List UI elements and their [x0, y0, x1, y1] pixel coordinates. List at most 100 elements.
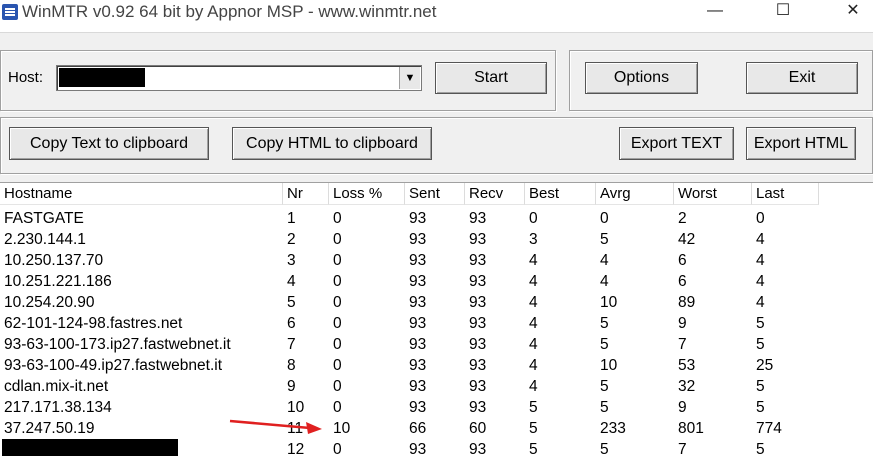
cell-avrg: 4 — [600, 252, 609, 269]
maximize-button[interactable]: ☐ — [760, 0, 806, 30]
cell-worst: 6 — [678, 252, 687, 269]
table-row[interactable]: 62-101-124-98.fastres.net 6 0 93 93 4 5 9 5 — [0, 313, 873, 334]
cell-worst: 801 — [678, 420, 704, 437]
cell-loss: 0 — [333, 210, 342, 227]
cell-sent: 93 — [409, 357, 427, 374]
cell-nr: 2 — [287, 231, 296, 248]
cell-recv: 93 — [469, 315, 487, 332]
cell-avrg: 5 — [600, 399, 609, 416]
cell-nr: 3 — [287, 252, 296, 269]
cell-avrg: 5 — [600, 315, 609, 332]
column-header-worst[interactable]: Worst — [674, 183, 752, 205]
cell-loss: 0 — [333, 399, 342, 416]
cell-nr: 4 — [287, 273, 296, 290]
column-header-best[interactable]: Best — [525, 183, 596, 205]
cell-sent: 93 — [409, 336, 427, 353]
cell-avrg: 5 — [600, 441, 609, 458]
list-body: FASTGATE 1 0 93 93 0 0 2 0 2.230.144.1 2 0 93 93 3 5 42 4… — [0, 208, 873, 475]
cell-avrg: 233 — [600, 420, 626, 437]
table-row[interactable]: cdlan.mix-it.net 9 0 93 93 4 5 32 5 — [0, 376, 873, 397]
cell-sent: 93 — [409, 441, 427, 458]
cell-nr: 6 — [287, 315, 296, 332]
table-row[interactable]: 93-63-100-173.ip27.fastwebnet.it 7 0 93 93 4 5… — [0, 334, 873, 355]
cell-loss: 0 — [333, 273, 342, 290]
exit-button-label: Exit — [788, 69, 816, 86]
cell-worst: 32 — [678, 378, 696, 395]
cell-loss: 0 — [333, 294, 342, 311]
cell-sent: 93 — [409, 252, 427, 269]
chevron-down-icon[interactable]: ▼ — [399, 67, 420, 89]
table-row[interactable]: 10.250.137.70 3 0 93 93 4 4 6 4 — [0, 250, 873, 271]
cell-hostname: cdlan.mix-it.net — [4, 378, 109, 395]
table-row[interactable]: 93-63-100-49.ip27.fastwebnet.it 8 0 93 93 4 10… — [0, 355, 873, 376]
cell-last: 4 — [756, 231, 765, 248]
copy-text-label: Copy Text to clipboard — [29, 134, 188, 152]
cell-recv: 93 — [469, 252, 487, 269]
cell-nr: 12 — [287, 441, 305, 458]
cell-last: 5 — [756, 315, 765, 332]
cell-sent: 66 — [409, 420, 427, 437]
cell-last: 4 — [756, 294, 765, 311]
cell-loss: 0 — [333, 378, 342, 395]
column-header-nr[interactable]: Nr — [283, 183, 329, 205]
host-input-redacted[interactable] — [59, 68, 145, 87]
copy-html-button[interactable]: Copy HTML to clipboard — [232, 127, 432, 160]
table-row[interactable]: 2.230.144.1 2 0 93 93 3 5 42 4 — [0, 229, 873, 250]
results-list[interactable]: Hostname Nr Loss % Sent Recv Best Avrg Worst Las… — [0, 182, 873, 474]
annotation-arrow-icon — [229, 419, 322, 434]
cell-avrg: 10 — [600, 357, 618, 374]
cell-nr: 8 — [287, 357, 296, 374]
cell-recv: 93 — [469, 441, 487, 458]
cell-sent: 93 — [409, 231, 427, 248]
cell-avrg: 5 — [600, 231, 609, 248]
host-combobox[interactable]: ▼ — [56, 65, 422, 91]
title-bar: WinMTR v0.92 64 bit by Appnor MSP - www.… — [0, 0, 873, 32]
cell-sent: 93 — [409, 294, 427, 311]
options-button[interactable]: Options — [585, 62, 698, 94]
close-button[interactable]: ✕ — [830, 0, 873, 30]
cell-last: 25 — [756, 357, 774, 374]
export-text-button[interactable]: Export TEXT — [619, 127, 734, 160]
cell-worst: 89 — [678, 294, 696, 311]
column-header-hostname[interactable]: Hostname — [0, 183, 283, 205]
cell-hostname: 93-63-100-49.ip27.fastwebnet.it — [4, 357, 223, 374]
cell-avrg: 0 — [600, 210, 609, 227]
cell-loss: 0 — [333, 231, 342, 248]
column-header-loss[interactable]: Loss % — [329, 183, 405, 205]
cell-recv: 93 — [469, 336, 487, 353]
cell-nr: 1 — [287, 210, 296, 227]
column-header-last[interactable]: Last — [752, 183, 819, 205]
cell-recv: 93 — [469, 294, 487, 311]
cell-best: 4 — [529, 294, 538, 311]
column-header-sent[interactable]: Sent — [405, 183, 465, 205]
cell-nr: 7 — [287, 336, 296, 353]
copy-html-label: Copy HTML to clipboard — [246, 134, 418, 152]
export-html-button[interactable]: Export HTML — [746, 127, 856, 160]
start-button-label: Start — [474, 69, 508, 86]
cell-last: 0 — [756, 210, 765, 227]
cell-avrg: 5 — [600, 336, 609, 353]
table-row[interactable]: 10.254.20.90 5 0 93 93 4 10 89 4 — [0, 292, 873, 313]
column-header-recv[interactable]: Recv — [465, 183, 525, 205]
cell-hostname: 62-101-124-98.fastres.net — [4, 315, 183, 332]
exit-button[interactable]: Exit — [746, 62, 858, 94]
table-row[interactable]: 10.251.221.186 4 0 93 93 4 4 6 4 — [0, 271, 873, 292]
cell-last: 5 — [756, 441, 765, 458]
table-row[interactable]: FASTGATE 1 0 93 93 0 0 2 0 — [0, 208, 873, 229]
cell-worst: 9 — [678, 315, 687, 332]
cell-last: 5 — [756, 399, 765, 416]
table-row[interactable]: 37.247.50.19 11 10 66 60 5 233 801 774 — [0, 418, 873, 439]
copy-text-button[interactable]: Copy Text to clipboard — [9, 127, 209, 160]
cell-best: 4 — [529, 357, 538, 374]
close-icon: ✕ — [846, 2, 860, 19]
table-row[interactable]: 217.171.38.134 10 0 93 93 5 5 9 5 — [0, 397, 873, 418]
cell-loss: 0 — [333, 252, 342, 269]
cell-loss: 0 — [333, 357, 342, 374]
app-icon — [2, 4, 18, 20]
minimize-button[interactable]: — — [692, 0, 738, 30]
export-text-label: Export TEXT — [630, 134, 723, 152]
cell-recv: 93 — [469, 399, 487, 416]
column-header-avrg[interactable]: Avrg — [596, 183, 674, 205]
cell-best: 3 — [529, 231, 538, 248]
start-button[interactable]: Start — [435, 62, 547, 94]
